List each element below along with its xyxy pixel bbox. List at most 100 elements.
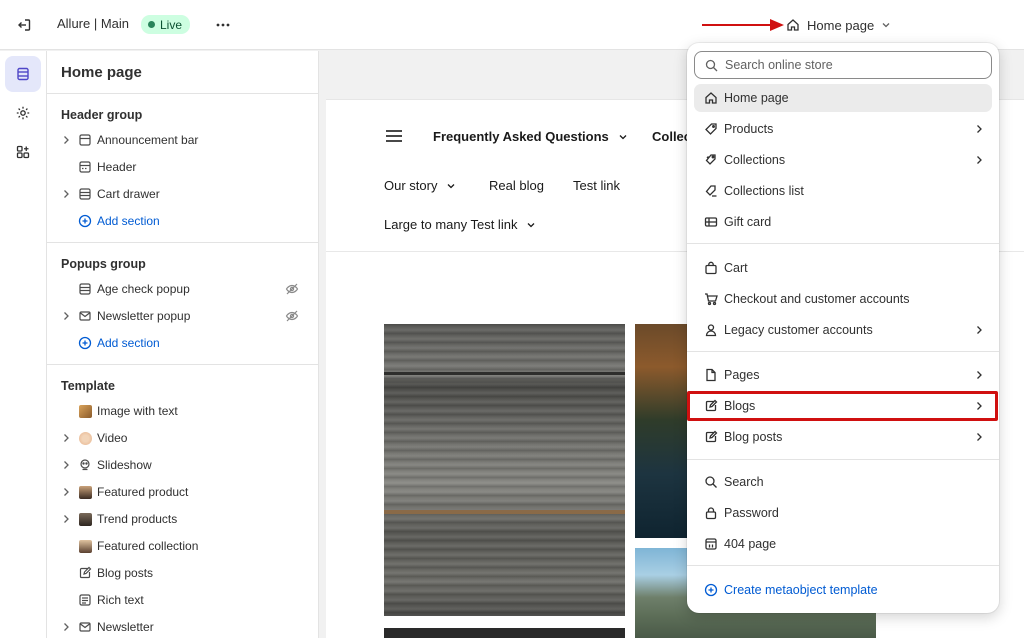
bag-icon xyxy=(705,261,717,275)
chevron-right-icon[interactable] xyxy=(62,487,70,497)
preview-nav-real-blog[interactable]: Real blog xyxy=(489,178,544,193)
section-announcement-bar[interactable]: Announcement bar xyxy=(47,127,318,153)
chevron-right-icon xyxy=(977,371,982,379)
preview-nav-label: Test link xyxy=(573,178,620,193)
dropdown-item-collections-list[interactable]: Collections list xyxy=(694,177,992,205)
theme-settings-rail-button[interactable] xyxy=(5,95,41,131)
dropdown-item-gift-card[interactable]: Gift card xyxy=(694,208,992,236)
dropdown-item-label: Legacy customer accounts xyxy=(724,323,873,337)
more-actions-button[interactable] xyxy=(210,12,236,38)
person-icon xyxy=(705,324,717,337)
chevron-right-icon[interactable] xyxy=(62,135,70,145)
sidebar-divider xyxy=(47,242,318,243)
chevron-right-icon[interactable] xyxy=(62,433,70,443)
exit-button[interactable] xyxy=(10,11,38,39)
search-online-store-input[interactable] xyxy=(725,58,965,72)
section-image-with-text[interactable]: Image with text xyxy=(47,398,318,424)
dropdown-item-label: Checkout and customer accounts xyxy=(724,292,910,306)
error-page-icon xyxy=(705,538,717,550)
preview-nav-our-story[interactable]: Our story xyxy=(384,178,456,193)
cart-drawer-icon xyxy=(79,188,91,200)
page-selector-label: Home page xyxy=(807,17,875,33)
section-label: Newsletter popup xyxy=(97,309,191,323)
eye-hidden-icon[interactable] xyxy=(285,309,299,323)
chevron-right-icon[interactable] xyxy=(62,514,70,524)
chevron-down-icon xyxy=(619,134,627,139)
section-blog-posts[interactable]: Blog posts xyxy=(47,560,318,586)
chevron-right-icon[interactable] xyxy=(62,460,70,470)
preview-image-wood-seam xyxy=(384,510,625,514)
section-trend-products[interactable]: Trend products xyxy=(47,506,318,532)
dropdown-item-label: Home page xyxy=(724,91,789,105)
home-icon xyxy=(705,92,717,104)
section-featured-collection[interactable]: Featured collection xyxy=(47,533,318,559)
section-rich-text[interactable]: Rich text xyxy=(47,587,318,613)
dropdown-item-label: Pages xyxy=(724,368,760,382)
dropdown-item-label: Search xyxy=(724,475,764,489)
page-selector[interactable]: Home page xyxy=(786,12,891,38)
section-video[interactable]: Video xyxy=(47,425,318,451)
add-section-popups-group[interactable]: Add section xyxy=(47,330,318,356)
add-section-header-group[interactable]: Add section xyxy=(47,208,318,234)
preview-nav-label: Our story xyxy=(384,178,438,193)
dropdown-item-collections[interactable]: Collections xyxy=(694,146,992,174)
dropdown-item-label: Collections list xyxy=(724,184,804,198)
section-slideshow[interactable]: Slideshow xyxy=(47,452,318,478)
sidebar-divider xyxy=(47,364,318,365)
eye-hidden-icon[interactable] xyxy=(285,282,299,296)
preview-nav-label: Frequently Asked Questions xyxy=(433,129,609,144)
dropdown-divider xyxy=(687,459,999,460)
section-cart-drawer[interactable]: Cart drawer xyxy=(47,181,318,207)
blog-edit-icon xyxy=(705,430,718,443)
chevron-right-icon xyxy=(977,326,982,334)
dropdown-item-blog-posts[interactable]: Blog posts xyxy=(694,423,992,451)
tag-icon xyxy=(705,123,717,135)
blogs-highlight-annotation xyxy=(687,391,998,421)
section-label: Blog posts xyxy=(97,566,154,580)
chevron-right-icon[interactable] xyxy=(62,311,70,321)
video-thumbnail-icon xyxy=(78,431,92,445)
dropdown-item-cart[interactable]: Cart xyxy=(694,254,992,282)
create-template-label: Create metaobject template xyxy=(724,583,878,597)
preview-nav-test-link[interactable]: Test link xyxy=(573,178,620,193)
trend-products-thumbnail-icon xyxy=(78,512,92,526)
collections-list-icon xyxy=(705,185,717,197)
envelope-icon xyxy=(79,311,91,321)
dropdown-item-pages[interactable]: Pages xyxy=(694,361,992,389)
section-age-check-popup[interactable]: Age check popup xyxy=(47,276,318,302)
dropdown-item-home-page[interactable]: Home page xyxy=(694,84,992,112)
chevron-right-icon[interactable] xyxy=(62,622,70,632)
preview-nav-label: Real blog xyxy=(489,178,544,193)
dropdown-item-legacy-accounts[interactable]: Legacy customer accounts xyxy=(694,316,992,344)
dropdown-item-search[interactable]: Search xyxy=(694,468,992,496)
header-group-title: Header group xyxy=(61,108,143,122)
apps-rail-button[interactable] xyxy=(5,134,41,170)
hamburger-menu-icon[interactable] xyxy=(385,129,403,143)
dropdown-item-password[interactable]: Password xyxy=(694,499,992,527)
header-icon xyxy=(79,161,91,173)
envelope-icon xyxy=(79,622,91,632)
sections-rail-button[interactable] xyxy=(5,56,41,92)
dropdown-item-label: 404 page xyxy=(724,537,777,551)
dropdown-divider xyxy=(687,351,999,352)
chevron-down-icon xyxy=(882,23,890,28)
section-label: Header xyxy=(97,160,137,174)
section-newsletter-popup[interactable]: Newsletter popup xyxy=(47,303,318,329)
dropdown-search-field[interactable] xyxy=(694,51,992,79)
dropdown-item-404-page[interactable]: 404 page xyxy=(694,530,992,558)
plus-circle-icon xyxy=(704,583,718,597)
popups-group-title: Popups group xyxy=(61,257,146,271)
lock-icon xyxy=(705,507,717,520)
preview-nav-faq[interactable]: Frequently Asked Questions xyxy=(433,129,628,144)
preview-nav-large-link[interactable]: Large to many Test link xyxy=(384,217,536,232)
section-featured-product[interactable]: Featured product xyxy=(47,479,318,505)
dropdown-item-checkout[interactable]: Checkout and customer accounts xyxy=(694,285,992,313)
dropdown-item-products[interactable]: Products xyxy=(694,115,992,143)
section-newsletter[interactable]: Newsletter xyxy=(47,614,318,638)
section-header[interactable]: Header xyxy=(47,154,318,180)
dropdown-item-label: Products xyxy=(724,122,774,136)
chevron-right-icon[interactable] xyxy=(62,189,70,199)
editor-icon-rail xyxy=(0,51,47,638)
preview-nav-collections[interactable]: Collec xyxy=(652,129,691,144)
create-metaobject-template-button[interactable]: Create metaobject template xyxy=(694,576,992,604)
